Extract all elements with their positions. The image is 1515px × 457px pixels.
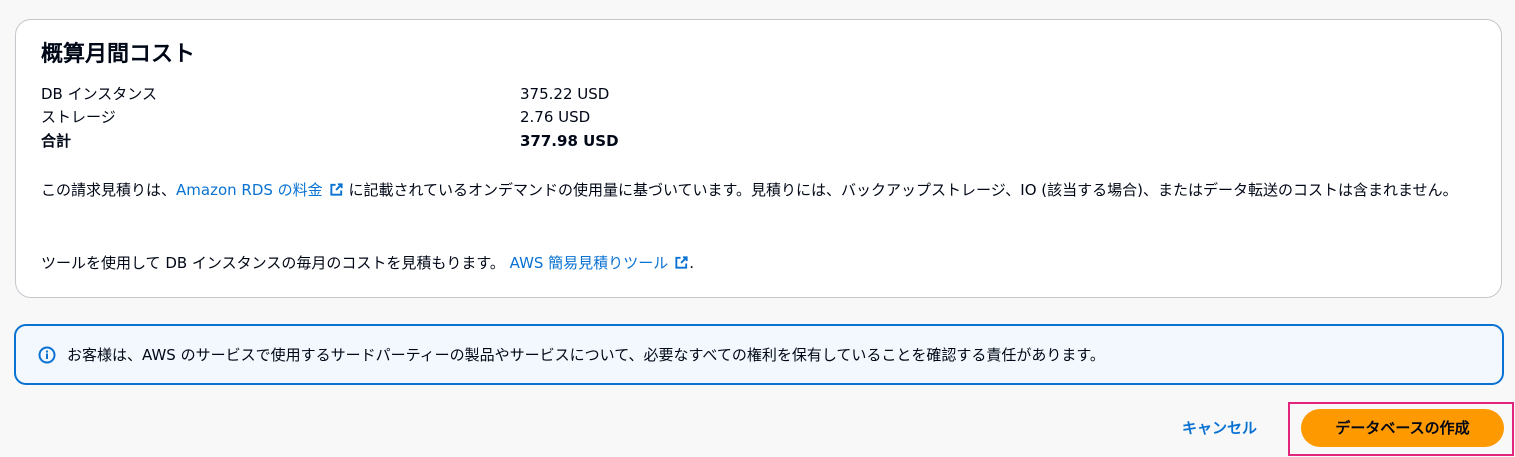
external-link-icon: [675, 256, 688, 269]
rds-pricing-link-label: Amazon RDS の料金: [176, 181, 323, 199]
aws-pricing-calculator-link-label: AWS 簡易見積りツール: [509, 254, 669, 272]
estimate-note-suffix: に記載されているオンデマンドの使用量に基づいています。見積りには、バックアップス…: [348, 181, 1458, 199]
cost-value: 375.22 USD: [520, 85, 610, 103]
pricing-tool-note-prefix: ツールを使用して DB インスタンスの毎月のコストを見積もります。: [41, 254, 505, 272]
cancel-button[interactable]: キャンセル: [1166, 411, 1273, 445]
cost-row-storage: ストレージ 2.76 USD: [41, 106, 741, 128]
pricing-tool-note-suffix: .: [689, 254, 694, 272]
cost-value: 2.76 USD: [520, 108, 591, 126]
cost-label: 合計: [41, 132, 72, 150]
cost-label: ストレージ: [41, 108, 116, 126]
external-link-icon: [330, 183, 343, 196]
rds-pricing-link[interactable]: Amazon RDS の料金: [176, 181, 344, 199]
cost-value: 377.98 USD: [520, 132, 619, 150]
info-alert-text: お客様は、AWS のサービスで使用するサードパーティーの製品やサービスについて、…: [67, 346, 1105, 364]
estimate-note-prefix: この請求見積りは、: [41, 181, 177, 199]
cost-row-total: 合計 377.98 USD: [41, 130, 741, 152]
estimate-note: この請求見積りは、Amazon RDS の料金 に記載されているオンデマンドの使…: [41, 178, 1486, 202]
estimated-monthly-cost-panel: 概算月間コスト DB インスタンス 375.22 USD ストレージ 2.76 …: [15, 19, 1502, 298]
info-icon: [38, 346, 56, 364]
info-alert: お客様は、AWS のサービスで使用するサードパーティーの製品やサービスについて、…: [14, 324, 1504, 385]
create-database-button[interactable]: データベースの作成: [1301, 409, 1504, 447]
aws-pricing-calculator-link[interactable]: AWS 簡易見積りツール: [510, 254, 690, 272]
pricing-tool-note: ツールを使用して DB インスタンスの毎月のコストを見積もります。 AWS 簡易…: [41, 251, 1486, 275]
cost-row-db-instance: DB インスタンス 375.22 USD: [41, 83, 741, 105]
panel-title: 概算月間コスト: [41, 42, 196, 67]
cost-label: DB インスタンス: [41, 85, 158, 103]
